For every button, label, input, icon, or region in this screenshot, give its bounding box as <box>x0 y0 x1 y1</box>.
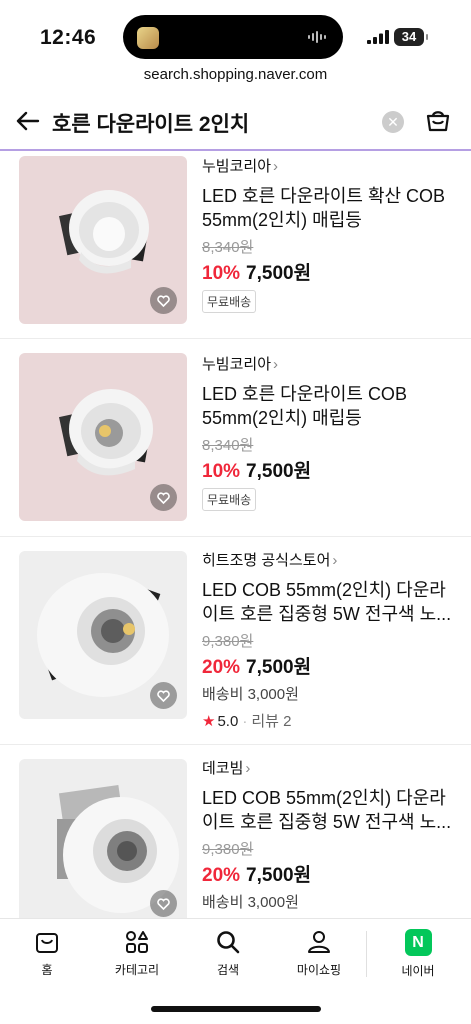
review-count: 리뷰 2 <box>251 713 292 730</box>
original-price: 8,340원 <box>202 437 254 454</box>
category-grid-icon <box>126 931 148 953</box>
product-image[interactable] <box>19 353 187 521</box>
original-price: 8,340원 <box>202 239 254 256</box>
sale-price: 10% 7,500원 <box>202 461 312 482</box>
shipping-fee: 배송비 3,000원 <box>202 894 299 911</box>
product-title[interactable]: LED 호른 다운라이트 확산 COB 55mm(2인치) 매립등 <box>202 184 457 232</box>
discount-rate: 20% <box>202 657 241 678</box>
shopping-bag-icon[interactable] <box>424 106 452 134</box>
discount-rate: 20% <box>202 865 241 886</box>
product-info: 누빔코리아 › LED 호른 다운라이트 확산 COB 55mm(2인치) 매립등… <box>202 156 457 313</box>
tab-divider <box>366 931 367 977</box>
store-name[interactable]: 누빔코리아 › <box>202 156 457 178</box>
wishlist-heart-icon[interactable] <box>150 484 177 511</box>
audio-wave-icon <box>308 31 326 43</box>
browser-url[interactable]: search.shopping.naver.com <box>0 66 471 83</box>
status-time: 12:46 <box>40 26 97 49</box>
tab-label: 홈 <box>41 963 53 977</box>
product-image[interactable] <box>19 551 187 719</box>
home-bag-icon <box>36 933 58 953</box>
chevron-right-icon: › <box>273 158 279 175</box>
product-title[interactable]: LED COB 55mm(2인치) 다운라 이트 호른 집중형 5W 전구색 노… <box>202 786 457 834</box>
product-title[interactable]: LED 호른 다운라이트 COB 55mm(2인치) 매립등 <box>202 382 457 430</box>
product-image[interactable] <box>19 759 187 918</box>
tab-label: 카테고리 <box>114 963 160 977</box>
shipping-fee: 배송비 3,000원 <box>202 686 299 703</box>
product-title[interactable]: LED COB 55mm(2인치) 다운라 이트 호른 집중형 5W 전구색 노… <box>202 578 457 626</box>
original-price: 9,380원 <box>202 841 254 858</box>
wishlist-heart-icon[interactable] <box>150 890 177 917</box>
store-name[interactable]: 누빔코리아 › <box>202 354 457 376</box>
bottom-tab-bar: 홈 카테고리 검색 마이쇼핑 N 네이버 <box>0 918 471 984</box>
rating-row: ★ 5.0 · 리뷰 2 <box>202 713 292 730</box>
wishlist-heart-icon[interactable] <box>150 287 177 314</box>
sale-price: 20% 7,500원 <box>202 657 312 678</box>
search-query-input[interactable]: 호른 다운라이트 2인치 <box>52 108 249 138</box>
tab-label: 네이버 <box>401 964 435 978</box>
product-info: 데코빔 › LED COB 55mm(2인치) 다운라 이트 호른 집중형 5W … <box>202 758 457 912</box>
star-icon: ★ <box>202 713 216 730</box>
home-indicator[interactable] <box>151 1006 321 1012</box>
chevron-right-icon: › <box>332 552 338 569</box>
cellular-signal-icon <box>367 30 389 44</box>
back-arrow-icon[interactable] <box>14 107 42 135</box>
product-card[interactable]: 히트조명 공식스토어 › LED COB 55mm(2인치) 다운라 이트 호른 … <box>0 537 471 745</box>
naver-logo-icon: N <box>404 929 432 956</box>
tab-my-shopping[interactable]: 마이쇼핑 <box>272 929 366 978</box>
chevron-right-icon: › <box>245 760 251 777</box>
sale-price: 20% 7,500원 <box>202 865 312 886</box>
chevron-right-icon: › <box>273 356 279 373</box>
clear-search-icon[interactable]: ✕ <box>382 111 404 133</box>
sale-price: 10% 7,500원 <box>202 263 312 284</box>
free-shipping-badge: 무료배송 <box>202 488 257 511</box>
tab-home[interactable]: 홈 <box>0 929 94 978</box>
dynamic-island <box>123 15 343 59</box>
product-card[interactable]: 누빔코리아 › LED 호른 다운라이트 확산 COB 55mm(2인치) 매립등… <box>0 153 471 339</box>
tab-naver[interactable]: N 네이버 <box>371 929 465 979</box>
discount-rate: 10% <box>202 461 241 482</box>
product-list: 누빔코리아 › LED 호른 다운라이트 확산 COB 55mm(2인치) 매립등… <box>0 153 471 918</box>
product-card[interactable]: 누빔코리아 › LED 호른 다운라이트 COB 55mm(2인치) 매립등 8,… <box>0 339 471 537</box>
store-name[interactable]: 데코빔 › <box>202 758 457 780</box>
product-info: 히트조명 공식스토어 › LED COB 55mm(2인치) 다운라 이트 호른 … <box>202 550 457 731</box>
tab-search[interactable]: 검색 <box>181 929 275 978</box>
tab-label: 검색 <box>216 963 240 977</box>
search-icon <box>217 931 240 954</box>
original-price: 9,380원 <box>202 633 254 650</box>
now-playing-artwork <box>137 27 159 49</box>
discount-rate: 10% <box>202 263 241 284</box>
store-name[interactable]: 히트조명 공식스토어 › <box>202 550 457 572</box>
tab-label: 마이쇼핑 <box>296 963 342 977</box>
tab-category[interactable]: 카테고리 <box>90 929 184 978</box>
product-image[interactable] <box>19 156 187 324</box>
battery-indicator: 34 <box>394 28 428 46</box>
rating-score: 5.0 <box>217 713 239 730</box>
search-header: 호른 다운라이트 2인치 ✕ <box>0 95 471 151</box>
product-info: 누빔코리아 › LED 호른 다운라이트 COB 55mm(2인치) 매립등 8,… <box>202 354 457 511</box>
status-bar: 12:46 34 search.shopping.naver.com <box>0 0 471 83</box>
wishlist-heart-icon[interactable] <box>150 682 177 709</box>
free-shipping-badge: 무료배송 <box>202 290 257 313</box>
user-icon <box>308 931 330 953</box>
product-card[interactable]: 데코빔 › LED COB 55mm(2인치) 다운라 이트 호른 집중형 5W … <box>0 745 471 918</box>
